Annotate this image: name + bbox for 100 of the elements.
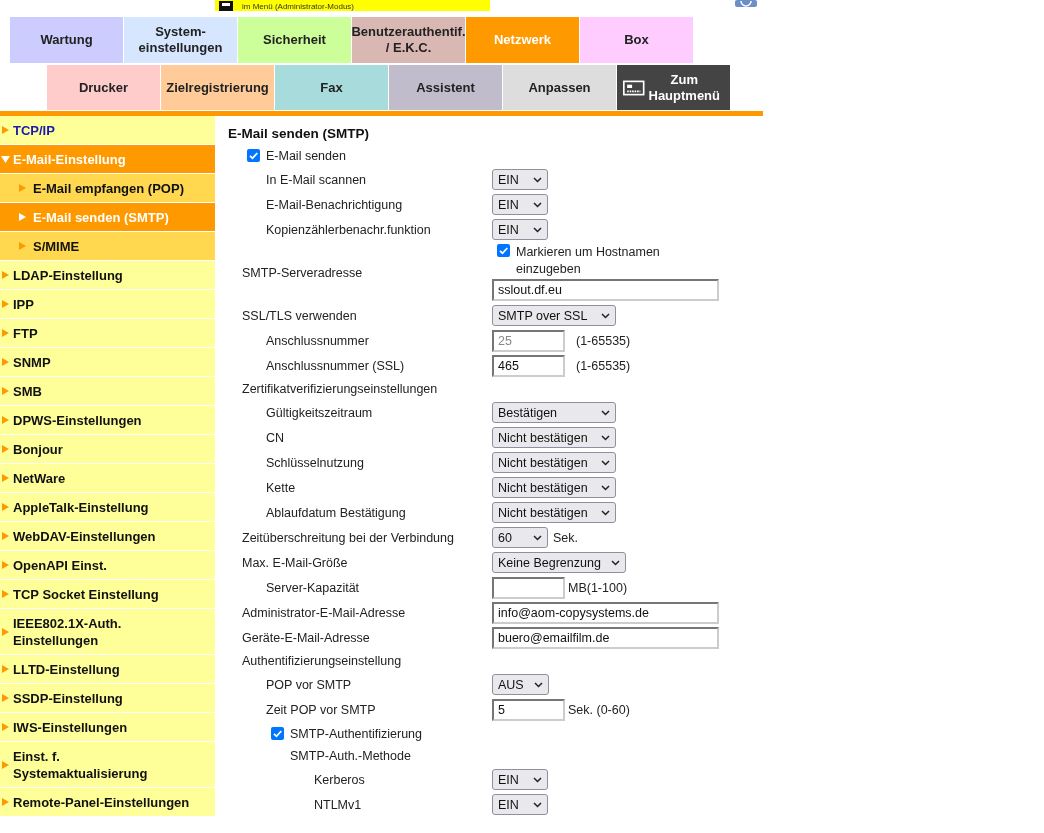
dropdown[interactable]: EIN [492, 194, 548, 215]
input-field[interactable]: info@aom-copysystems.de [492, 601, 719, 624]
sidebar-item[interactable]: Remote-Panel-Einstellungen [0, 788, 215, 817]
dropdown[interactable]: Nicht bestätigen [492, 427, 616, 448]
section-label: Zertifikatverifizierungseinstellungen [242, 382, 439, 396]
triangle-right-icon [1, 473, 10, 483]
sidebar-item[interactable]: OpenAPI Einst. [0, 551, 215, 580]
unit-label: (1-65535) [576, 333, 631, 348]
section-label: Authentifizierungseinstellung [242, 654, 403, 668]
input-field[interactable]: 5 [492, 698, 565, 721]
checkbox[interactable] [497, 244, 510, 257]
dropdown[interactable]: AUS [492, 674, 549, 695]
field-label: Geräte-E-Mail-Adresse [242, 630, 371, 645]
field-label: E-Mail-Benachrichtigung [265, 197, 404, 212]
sidebar-item[interactable]: SNMP [0, 348, 215, 377]
unit-label: (1-65535) [576, 358, 631, 373]
field-label: Max. E-Mail-Größe [242, 555, 349, 570]
chevron-down-icon [533, 534, 542, 541]
unit-label: Sek. [553, 530, 578, 545]
triangle-right-icon [1, 328, 10, 338]
unit-label: Sek. (0-60) [568, 702, 630, 717]
sidebar-item[interactable]: DPWS-Einstellungen [0, 406, 215, 435]
sidebar-item[interactable]: IWS-Einstellungen [0, 713, 215, 742]
triangle-right-icon [1, 357, 10, 367]
triangle-right-icon [1, 664, 10, 674]
nav-tab[interactable]: Zielregistrierung [161, 65, 274, 110]
refresh-icon[interactable] [735, 0, 757, 7]
field-label: Anschlussnummer [265, 333, 370, 348]
nav-tab[interactable]: Box [580, 17, 693, 63]
field-label: Gültigkeitszeitraum [265, 405, 374, 420]
chevron-down-icon [533, 201, 542, 208]
dropdown[interactable]: EIN [492, 794, 548, 815]
dropdown[interactable]: SMTP over SSL [492, 305, 616, 326]
triangle-right-icon [1, 415, 10, 425]
chevron-down-icon [533, 801, 542, 808]
nav-tab[interactable]: Fax [275, 65, 388, 110]
triangle-right-icon [1, 299, 10, 309]
sidebar-subitem[interactable]: E-Mail empfangen (POP) [0, 174, 215, 203]
checkbox[interactable] [271, 727, 284, 740]
field-label: Ablaufdatum Bestätigung [265, 505, 407, 520]
nav-tab[interactable]: Wartung [10, 17, 123, 63]
triangle-right-icon [18, 183, 27, 193]
field-label: NTLMv1 [313, 797, 363, 812]
sidebar-item[interactable]: LLTD-Einstellung [0, 655, 215, 684]
sidebar-item[interactable]: IPP [0, 290, 215, 319]
chevron-down-icon [601, 312, 610, 319]
triangle-right-icon [1, 531, 10, 541]
dropdown[interactable]: Nicht bestätigen [492, 452, 616, 473]
triangle-right-icon [1, 125, 10, 135]
sidebar-item[interactable]: TCP Socket Einstellung [0, 580, 215, 609]
sidebar-item[interactable]: SMB [0, 377, 215, 406]
triangle-right-icon [1, 270, 10, 280]
sidebar-item[interactable]: SSDP-Einstellung [0, 684, 215, 713]
input-field[interactable] [492, 576, 565, 599]
dropdown[interactable]: Bestätigen [492, 402, 616, 423]
chevron-down-icon [533, 681, 543, 688]
dropdown[interactable]: Nicht bestätigen [492, 502, 616, 523]
section-label: SMTP-Auth.-Methode [289, 749, 412, 763]
field-label: Kopienzählerbenachr.funktion [265, 222, 432, 237]
input-field[interactable]: sslout.df.eu [492, 279, 719, 301]
sidebar-item[interactable]: Bonjour [0, 435, 215, 464]
triangle-right-icon [18, 212, 27, 222]
field-label: Kerberos [313, 772, 366, 787]
sidebar-item[interactable]: FTP [0, 319, 215, 348]
dropdown[interactable]: Keine Begrenzung [492, 552, 626, 573]
nav-tab[interactable]: Benutzerauthentif. / E.K.C. [352, 17, 465, 63]
checkbox-label: E-Mail senden [266, 148, 346, 163]
dropdown[interactable]: EIN [492, 169, 548, 190]
input-field[interactable]: 465 [492, 354, 565, 377]
nav-tab[interactable]: System- einstellungen [124, 17, 237, 63]
dropdown[interactable]: EIN [492, 769, 548, 790]
nav-tab[interactable]: Anpassen [503, 65, 616, 110]
sidebar-item[interactable]: Einst. f. Systemaktualisierung [0, 742, 215, 788]
sidebar-item[interactable]: AppleTalk-Einstellung [0, 493, 215, 522]
chevron-down-icon [533, 176, 542, 183]
field-label: SMTP-Serveradresse [242, 265, 364, 280]
chevron-down-icon [601, 484, 610, 491]
triangle-right-icon [1, 502, 10, 512]
sidebar-item[interactable]: NetWare [0, 464, 215, 493]
dropdown[interactable]: Nicht bestätigen [492, 477, 616, 498]
nav-tab[interactable]: Assistent [389, 65, 502, 110]
field-label: Kette [265, 480, 297, 495]
sidebar-item[interactable]: WebDAV-Einstellungen [0, 522, 215, 551]
input-field[interactable]: buero@emailfilm.de [492, 626, 719, 649]
field-label: Schlüsselnutzung [265, 455, 365, 470]
main-menu-button[interactable]: Zum Hauptmenü [617, 65, 730, 110]
field-label: Zeit POP vor SMTP [265, 702, 377, 717]
sidebar-subitem[interactable]: S/MIME [0, 232, 215, 261]
triangle-right-icon [1, 626, 10, 637]
nav-tab[interactable]: Sicherheit [238, 17, 351, 63]
checkbox-label: SMTP-Authentifizierung [290, 726, 422, 741]
nav-tab[interactable]: Drucker [47, 65, 160, 110]
triangle-right-icon [1, 693, 10, 703]
sidebar-item[interactable]: IEEE802.1X-Auth. Einstellungen [0, 609, 215, 655]
triangle-right-icon [1, 560, 10, 570]
sidebar-item[interactable]: LDAP-Einstellung [0, 261, 215, 290]
dropdown[interactable]: 60 [492, 527, 548, 548]
field-label: Anschlussnummer (SSL) [265, 358, 406, 373]
checkbox[interactable] [247, 149, 260, 162]
dropdown[interactable]: EIN [492, 219, 548, 240]
